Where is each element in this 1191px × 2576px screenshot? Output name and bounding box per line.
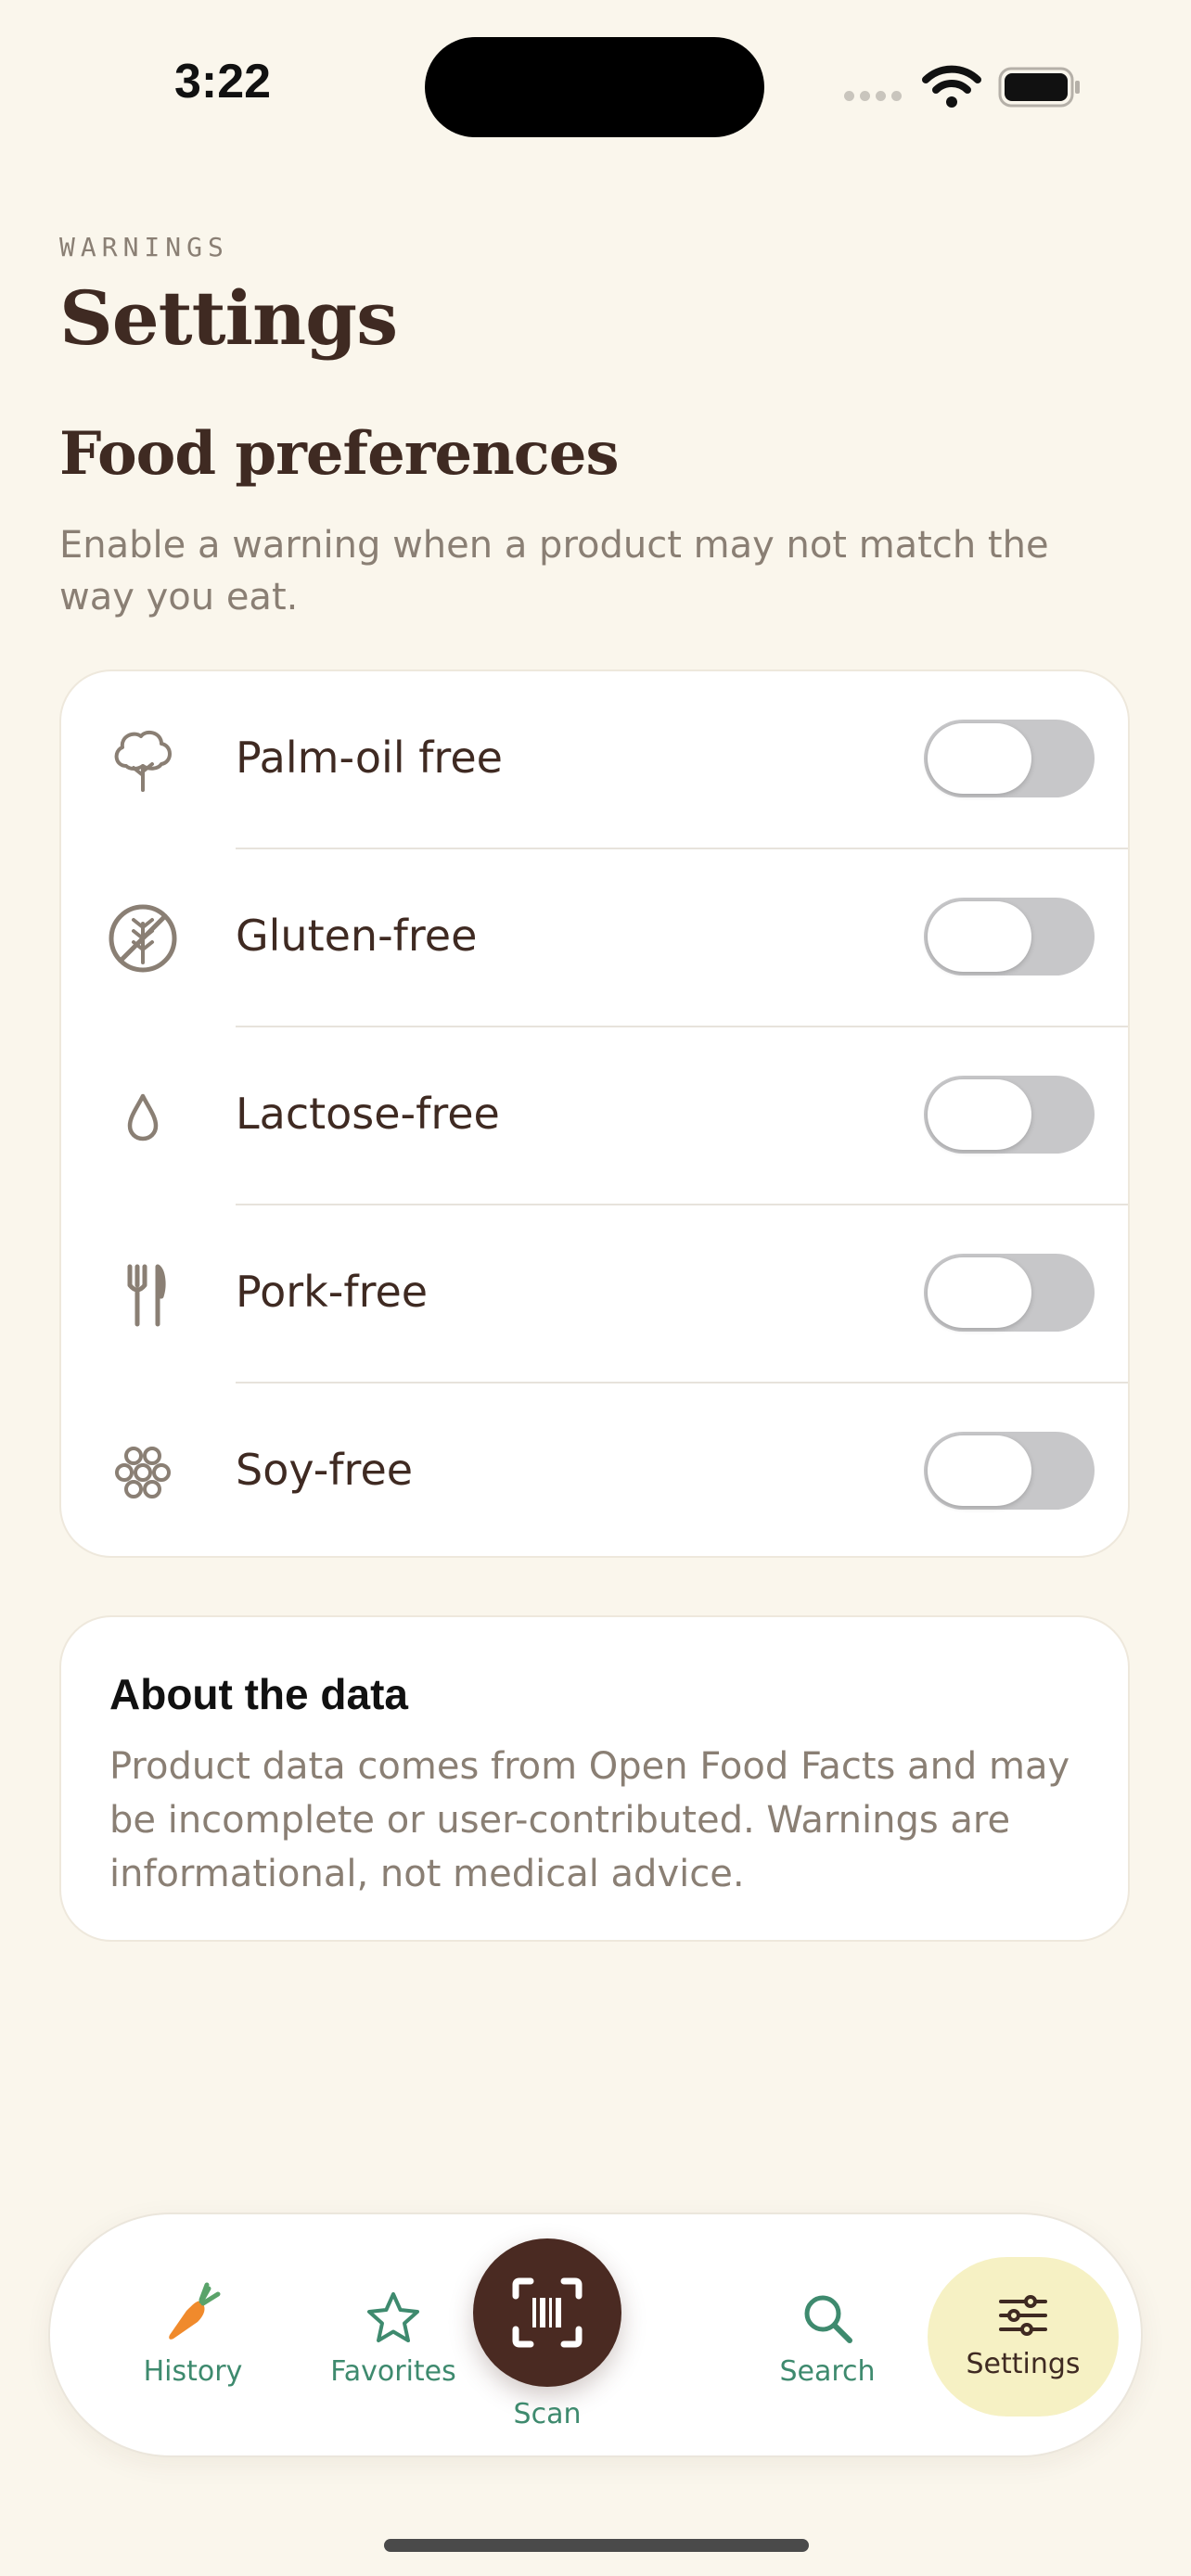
preference-label: Palm-oil free <box>236 733 503 783</box>
cellular-signal-icon <box>844 91 902 101</box>
tab-history[interactable]: History <box>109 2281 276 2388</box>
tab-label: Settings <box>966 2348 1081 2380</box>
status-time: 3:22 <box>174 55 272 108</box>
preference-label: Soy-free <box>236 1445 414 1495</box>
tab-label: History <box>143 2355 243 2388</box>
palm-oil-free-toggle[interactable] <box>924 720 1095 797</box>
pork-free-toggle[interactable] <box>924 1254 1095 1332</box>
tab-label: Search <box>779 2355 876 2388</box>
toggle-knob <box>928 1435 1031 1506</box>
preference-row-pork: Pork-free <box>61 1205 1128 1384</box>
scan-button[interactable] <box>473 2238 621 2387</box>
preference-label: Gluten-free <box>236 911 478 961</box>
no-wheat-icon <box>109 904 177 973</box>
section-description: Enable a warning when a product may not … <box>59 524 1049 618</box>
sliders-icon <box>999 2295 1047 2336</box>
preference-row-soy: Soy-free <box>61 1384 1128 1556</box>
tab-search[interactable]: Search <box>735 2290 920 2388</box>
toggle-knob <box>928 901 1031 972</box>
tab-favorites[interactable]: Favorites <box>301 2290 486 2388</box>
fork-knife-icon <box>127 1264 166 1327</box>
barcode-scan-icon <box>512 2277 583 2348</box>
tree-icon <box>114 730 172 792</box>
preference-label: Pork-free <box>236 1267 429 1317</box>
lactose-free-toggle[interactable] <box>924 1076 1095 1154</box>
preference-label: Lactose-free <box>236 1089 500 1139</box>
star-icon <box>367 2292 419 2342</box>
about-body: Product data comes from Open Food Facts … <box>109 1745 1070 1895</box>
tab-settings[interactable]: Settings <box>928 2257 1119 2417</box>
home-indicator <box>384 2539 809 2552</box>
tab-label: Favorites <box>330 2355 456 2388</box>
dynamic-island <box>425 37 764 137</box>
about-data-card: About the data Product data comes from O… <box>59 1615 1130 1942</box>
page-title: Settings <box>59 274 398 362</box>
food-preferences-card: Palm-oil free Gluten-free Lactose-free P… <box>59 670 1130 1558</box>
toggle-knob <box>928 1079 1031 1150</box>
battery-icon <box>998 67 1080 108</box>
search-icon <box>804 2295 852 2343</box>
scan-label: Scan <box>513 2398 582 2430</box>
about-title: About the data <box>109 1670 408 1718</box>
toggle-knob <box>928 723 1031 794</box>
preference-row-palm-oil: Palm-oil free <box>61 671 1128 849</box>
drop-icon <box>127 1093 159 1141</box>
soy-free-toggle[interactable] <box>924 1432 1095 1510</box>
preference-row-gluten: Gluten-free <box>61 849 1128 1027</box>
carrot-icon <box>169 2282 221 2340</box>
section-title: Food preferences <box>59 419 619 489</box>
section-eyebrow: WARNINGS <box>59 232 229 262</box>
toggle-knob <box>928 1257 1031 1328</box>
soybeans-icon <box>115 1447 171 1498</box>
wifi-icon <box>922 65 981 108</box>
gluten-free-toggle[interactable] <box>924 898 1095 976</box>
preference-row-lactose: Lactose-free <box>61 1027 1128 1205</box>
